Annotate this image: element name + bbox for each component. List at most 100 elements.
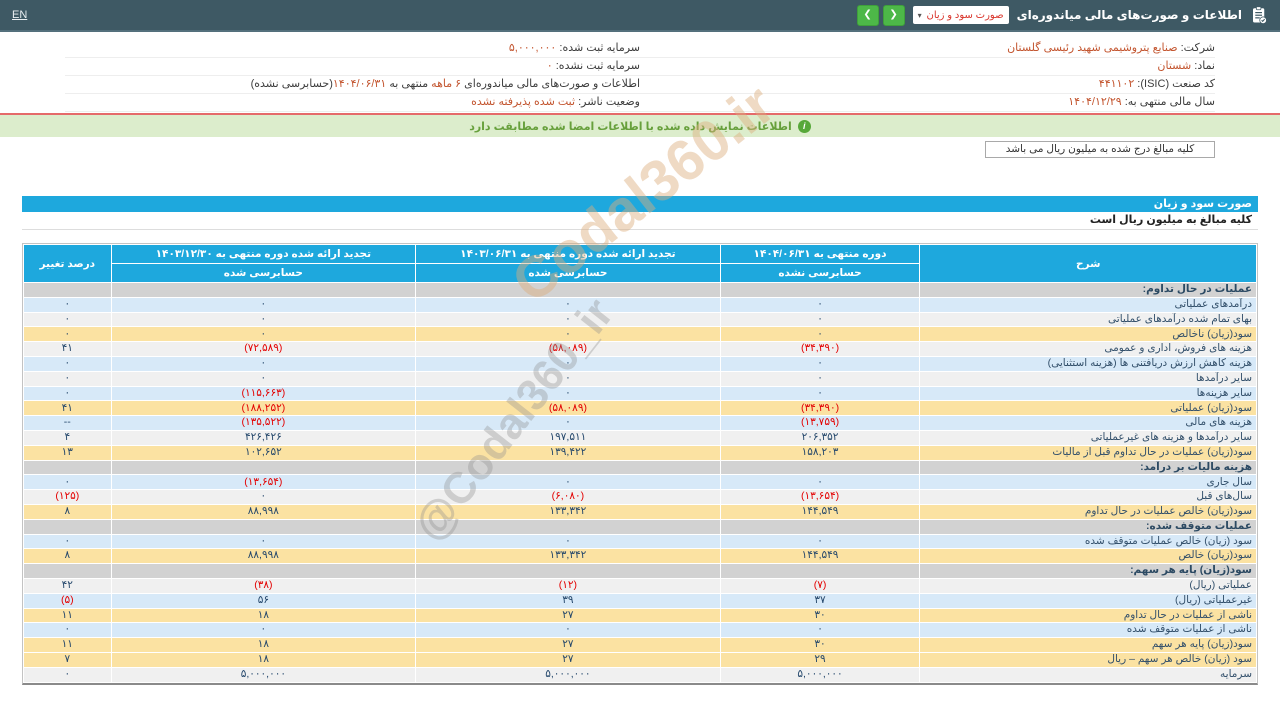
table-row: سود(زیان) پایه هر سهم ۳۰ ۲۷ ۱۸ ۱۱ — [23, 637, 1257, 653]
income-statement-table: شرح دوره منتهی به ۱۴۰۴/۰۶/۳۱ تجدید ارائه… — [23, 244, 1257, 683]
value-cell: (۵۸,۰۸۹) — [415, 400, 721, 417]
info-label: سال مالی منتهی به: — [1121, 96, 1215, 108]
table-row: سایر درآمدها و هزینه های غیرعملیاتی ۲۰۶,۳… — [23, 429, 1257, 446]
value-cell: ۸ — [23, 548, 112, 565]
row-label: سود(زیان) خالص — [919, 548, 1257, 565]
value-cell: (۱۲۵) — [23, 489, 112, 505]
value-cell: ۲۰۶,۳۵۲ — [719, 429, 921, 446]
info-value: صنایع پتروشیمی شهید رئیسی گلستان — [1007, 42, 1178, 54]
value-cell: ۱۸ — [110, 637, 417, 653]
value-cell: ۱۱ — [23, 607, 112, 624]
row-label: سال جاری — [919, 474, 1257, 491]
value-cell: ۰ — [23, 311, 112, 328]
value-cell: ۴۱ — [23, 400, 112, 417]
top-navigation-bar: اطلاعات و صورت‌های مالی میاندوره‌ای صورت… — [0, 0, 1280, 32]
row-label: سود(زیان) عملیاتی — [919, 400, 1257, 417]
next-statement-button[interactable]: ❯ — [882, 4, 905, 26]
chevron-down-icon: ▾ — [917, 10, 922, 20]
language-toggle-link[interactable]: EN — [12, 9, 27, 21]
row-label: درآمدهای عملیاتی — [919, 296, 1257, 313]
value-cell: (۷۲,۵۸۹) — [110, 341, 417, 357]
statement-type-selected: صورت سود و زیان — [926, 9, 1004, 21]
value-cell: ۰ — [415, 326, 721, 343]
info-label: سرمایه ثبت نشده: — [552, 60, 640, 72]
value-cell: ۸ — [23, 503, 112, 520]
value-cell: ۰ — [23, 666, 112, 683]
value-cell: -- — [23, 415, 112, 431]
value-cell: ۷ — [23, 651, 112, 668]
table-row: ناشی از عملیات متوقف شده ۰ ۰ ۰ ۰ — [23, 622, 1257, 639]
info-label: نماد: — [1191, 60, 1215, 72]
value-cell: (۱۱۵,۶۶۳) — [110, 385, 417, 402]
value-cell: ۰ — [719, 370, 921, 387]
section-empty-cell — [415, 459, 721, 476]
info-row: سال مالی منتهی به: ۱۴۰۴/۱۲/۲۹ — [640, 94, 1215, 112]
section-header-row: عملیات متوقف شده: — [23, 518, 1257, 535]
value-cell: ۰ — [23, 474, 112, 491]
value-cell: (۶,۰۸۰) — [415, 489, 721, 505]
row-label: غیرعملیاتی (ریال) — [919, 592, 1257, 609]
value-cell: ۰ — [719, 311, 921, 328]
value-cell: ۰ — [415, 296, 721, 313]
value-cell: (۵۸,۰۸۹) — [415, 341, 721, 357]
value-cell: ۰ — [415, 415, 721, 431]
row-label: سود(زیان) پایه هر سهم — [919, 637, 1257, 653]
table-row: سایر درآمدها ۰ ۰ ۰ ۰ — [23, 370, 1257, 387]
table-row: هزینه های فروش، اداری و عمومی (۳۴,۳۹۰) (۵۸… — [23, 341, 1257, 357]
table-row: سود(زیان) ناخالص ۰ ۰ ۰ ۰ — [23, 326, 1257, 343]
signature-match-text: اطلاعات نمایش داده شده با اطلاعات امضا ش… — [469, 120, 792, 133]
table-row: سود (زیان) خالص عملیات متوقف شده ۰ ۰ ۰ ۰ — [23, 533, 1257, 550]
info-row: سرمایه ثبت شده: ۵,۰۰۰,۰۰۰ — [65, 40, 640, 58]
value-cell: ۲۷ — [415, 637, 721, 653]
value-cell: (۱۳,۶۵۴) — [110, 474, 417, 491]
column-subheader-audit-status: حسابرسی نشده — [719, 263, 921, 283]
info-row: نماد: شستان — [640, 58, 1215, 76]
topbar-right-group: اطلاعات و صورت‌های مالی میاندوره‌ای صورت… — [856, 4, 1268, 26]
value-cell: ۱۹۷,۵۱۱ — [415, 429, 721, 446]
value-cell: ۰ — [719, 355, 921, 372]
info-value: ۶ ماهه — [431, 78, 462, 90]
value-cell: (۱۸۸,۲۵۲) — [110, 400, 417, 417]
section-empty-cell — [719, 563, 921, 579]
column-header-period-restated-fy: تجدید ارائه شده دوره منتهی به ۱۴۰۳/۱۲/۳۰ — [110, 244, 417, 264]
info-row: اطلاعات و صورت‌های مالی میاندوره‌ای ۶ ما… — [65, 76, 640, 94]
row-label: عملیاتی (ریال) — [919, 577, 1257, 594]
value-cell: ۰ — [415, 385, 721, 402]
section-label: سود(زیان) پایه هر سهم: — [919, 563, 1257, 579]
section-label: هزینه مالیات بر درآمد: — [919, 459, 1257, 476]
table-row: سال جاری ۰ ۰ (۱۳,۶۵۴) ۰ — [23, 474, 1257, 491]
info-value: ثبت شده پذیرفته نشده — [471, 96, 576, 108]
statement-type-dropdown[interactable]: صورت سود و زیان ▾ — [912, 6, 1009, 24]
column-header-period-current: دوره منتهی به ۱۴۰۴/۰۶/۳۱ — [719, 244, 921, 264]
value-cell: ۱۳۳,۳۴۲ — [415, 503, 721, 520]
table-row: بهای تمام شده درآمدهای عملیاتی ۰ ۰ ۰ ۰ — [23, 311, 1257, 328]
value-cell: ۰ — [110, 622, 417, 639]
table-row: درآمدهای عملیاتی ۰ ۰ ۰ ۰ — [23, 296, 1257, 313]
table-row: سایر هزینه‌ها ۰ ۰ (۱۱۵,۶۶۳) ۰ — [23, 385, 1257, 402]
value-cell: ۴۱ — [23, 341, 112, 357]
statement-section: صورت سود و زیان کلیه مبالغ به میلیون ریا… — [22, 196, 1258, 230]
info-label: کد صنعت (ISIC): — [1134, 78, 1215, 90]
statement-nav-buttons: ❮ ❯ — [856, 4, 905, 26]
value-cell: ۵۶ — [110, 592, 417, 609]
value-cell: ۱۰۲,۶۵۲ — [110, 444, 417, 461]
previous-statement-button[interactable]: ❮ — [856, 4, 879, 26]
value-cell: ۰ — [23, 326, 112, 343]
section-empty-cell — [110, 459, 417, 476]
row-label: سود (زیان) خالص عملیات متوقف شده — [919, 533, 1257, 550]
value-cell: ۰ — [415, 474, 721, 491]
value-cell: ۱۸ — [110, 607, 417, 624]
row-label: سود(زیان) ناخالص — [919, 326, 1257, 343]
info-icon: i — [797, 119, 811, 133]
table-row: ناشی از عملیات در حال تداوم ۳۰ ۲۷ ۱۸ ۱۱ — [23, 607, 1257, 624]
info-value: ۵,۰۰۰,۰۰۰ — [508, 42, 557, 54]
row-label: ناشی از عملیات متوقف شده — [919, 622, 1257, 639]
signature-match-banner: i اطلاعات نمایش داده شده با اطلاعات امضا… — [0, 115, 1280, 137]
value-cell: ۵,۰۰۰,۰۰۰ — [415, 666, 721, 683]
row-label: بهای تمام شده درآمدهای عملیاتی — [919, 311, 1257, 328]
value-cell: (۱۳۵,۵۲۲) — [110, 415, 417, 431]
section-header-row: عملیات در حال تداوم: — [23, 282, 1257, 298]
table-row: سود(زیان) عملیات در حال تداوم قبل از مال… — [23, 444, 1257, 461]
column-header-percent-change: درصد تغییر — [23, 244, 112, 283]
value-cell: ۰ — [23, 385, 112, 402]
